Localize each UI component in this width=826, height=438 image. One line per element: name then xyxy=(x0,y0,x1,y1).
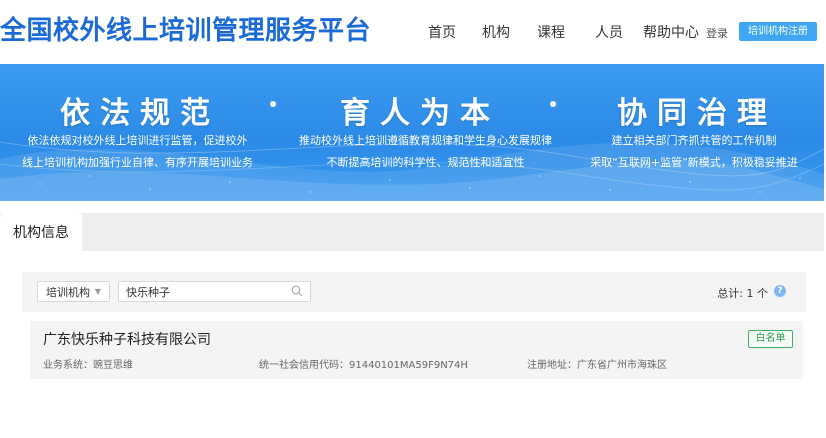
banner-description-1: 依法依规对校外线上培训进行监管，促进校外 线上培训机构加强行业自律、有序开展培训… xyxy=(10,130,265,174)
nav-institutions[interactable]: 机构 xyxy=(482,22,510,42)
whitelist-badge: 白名单 xyxy=(748,330,793,348)
company-name[interactable]: 广东快乐种子科技有限公司 xyxy=(43,329,211,349)
banner-description-line: 采取“互联网+监管”新模式，积极稳妥推进 xyxy=(590,156,798,169)
slogan-1: 依法规范 xyxy=(60,96,220,131)
slogan-separator-dot xyxy=(550,101,556,107)
banner-description-line: 依法依规对校外线上培训进行监管，促进校外 xyxy=(27,134,248,147)
registered-address: 注册地址：广东省广州市海珠区 xyxy=(527,360,667,371)
hero-banner: 依法规范 育人为本 协同治理 依法依规对校外线上培训进行监管，促进校外 线上培训… xyxy=(0,64,824,201)
login-link[interactable]: 登录 xyxy=(706,25,728,41)
nav-home[interactable]: 首页 xyxy=(428,22,456,42)
type-select[interactable]: 培训机构 ▼ xyxy=(37,281,110,302)
chevron-down-icon: ▼ xyxy=(94,287,101,296)
slogan-3: 协同治理 xyxy=(617,96,777,131)
type-select-value: 培训机构 xyxy=(46,286,90,299)
slogan-2: 育人为本 xyxy=(340,96,500,131)
slogan-separator-dot xyxy=(270,101,276,107)
nav-courses[interactable]: 课程 xyxy=(537,22,565,42)
filter-panel: 培训机构 ▼ 总计: 1 个 ? xyxy=(22,272,806,312)
banner-description-line: 推动校外线上培训遵循教育规律和学生身心发展规律 xyxy=(299,134,552,147)
business-system: 业务系统：豌豆思维 xyxy=(43,360,133,371)
banner-description-3: 建立相关部门齐抓共管的工作机制 采取“互联网+监管”新模式，积极稳妥推进 xyxy=(580,130,808,174)
site-title[interactable]: 全国校外线上培训管理服务平台 xyxy=(0,14,371,48)
tab-institution-info[interactable]: 机构信息 xyxy=(0,213,82,251)
top-header: 全国校外线上培训管理服务平台 首页 机构 课程 人员 帮助中心 登录 培训机构注… xyxy=(0,0,826,64)
help-icon[interactable]: ? xyxy=(774,285,786,297)
nav-personnel[interactable]: 人员 xyxy=(595,22,623,42)
search-input[interactable] xyxy=(118,281,311,302)
result-card[interactable]: 广东快乐种子科技有限公司 白名单 业务系统：豌豆思维 统一社会信用代码：9144… xyxy=(30,321,803,379)
banner-description-line: 建立相关部门齐抓共管的工作机制 xyxy=(611,134,777,147)
total-count: 总计: 1 个 xyxy=(717,287,768,300)
tab-bar: 机构信息 xyxy=(0,213,824,251)
banner-description-line: 线上培训机构加强行业自律、有序开展培训业务 xyxy=(22,156,253,169)
banner-description-2: 推动校外线上培训遵循教育规律和学生身心发展规律 不断提高培训的科学性、规范性和适… xyxy=(283,130,568,174)
banner-description-line: 不断提高培训的科学性、规范性和适宜性 xyxy=(326,156,525,169)
register-button[interactable]: 培训机构注册 xyxy=(739,22,817,41)
credit-code: 统一社会信用代码：91440101MA59F9N74H xyxy=(259,360,468,371)
search-icon[interactable] xyxy=(291,285,303,297)
nav-help-center[interactable]: 帮助中心 xyxy=(643,22,699,42)
